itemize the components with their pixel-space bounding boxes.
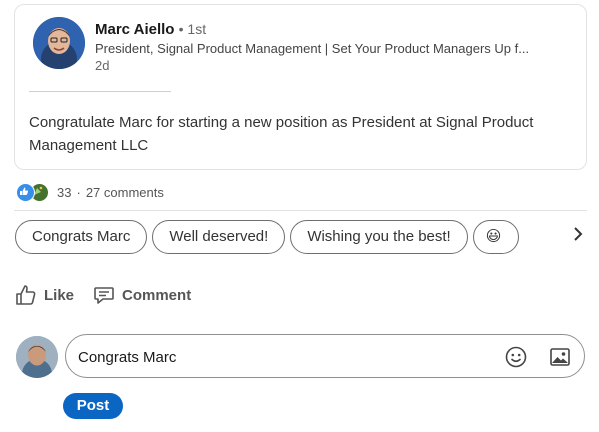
comment-label: Comment (122, 286, 192, 304)
suggested-replies: Congrats Marc Well deserved! Wishing you t… (15, 220, 555, 256)
post-time: 2d (95, 58, 110, 73)
comments-count[interactable]: 27 comments (86, 185, 164, 200)
connection-degree: • 1st (178, 21, 207, 37)
comment-button[interactable]: Comment (92, 283, 191, 307)
divider (14, 210, 587, 211)
like-reaction-icon (16, 182, 35, 202)
chevron-right-icon[interactable] (572, 225, 584, 249)
reactions-count[interactable]: 33 (57, 185, 71, 200)
post-button[interactable]: Post (63, 393, 123, 419)
author-avatar[interactable] (33, 17, 85, 69)
comment-icon (94, 287, 114, 304)
suggestion-chip[interactable]: Well deserved! (152, 220, 286, 254)
post-card: Marc Aiello • 1st President, Signal Prod… (14, 4, 587, 170)
suggestion-chip[interactable]: Congrats Marc (15, 220, 148, 254)
post-text: Congratulate Marc for starting a new pos… (29, 114, 534, 154)
author-name[interactable]: Marc Aiello • 1st (95, 21, 206, 38)
divider (29, 91, 171, 92)
social-counts: 33 · 27 comments (16, 182, 164, 202)
separator-dot: · (76, 184, 81, 200)
like-label: Like (44, 286, 75, 304)
comment-input[interactable] (76, 345, 500, 369)
like-button[interactable]: Like (14, 283, 74, 307)
emoji-icon[interactable] (504, 345, 528, 374)
user-avatar[interactable] (16, 336, 58, 378)
image-icon[interactable] (548, 345, 572, 374)
emoji-suggestion-chip[interactable]: 😃 (472, 220, 519, 254)
thumbs-up-icon (16, 285, 36, 305)
suggestion-chip[interactable]: Wishing you the best! (290, 220, 468, 254)
post-actions: Like Comment (14, 283, 209, 307)
author-headline: President, Signal Product Management | S… (95, 41, 530, 56)
author-name-text[interactable]: Marc Aiello (95, 21, 174, 38)
comment-box (65, 334, 585, 378)
